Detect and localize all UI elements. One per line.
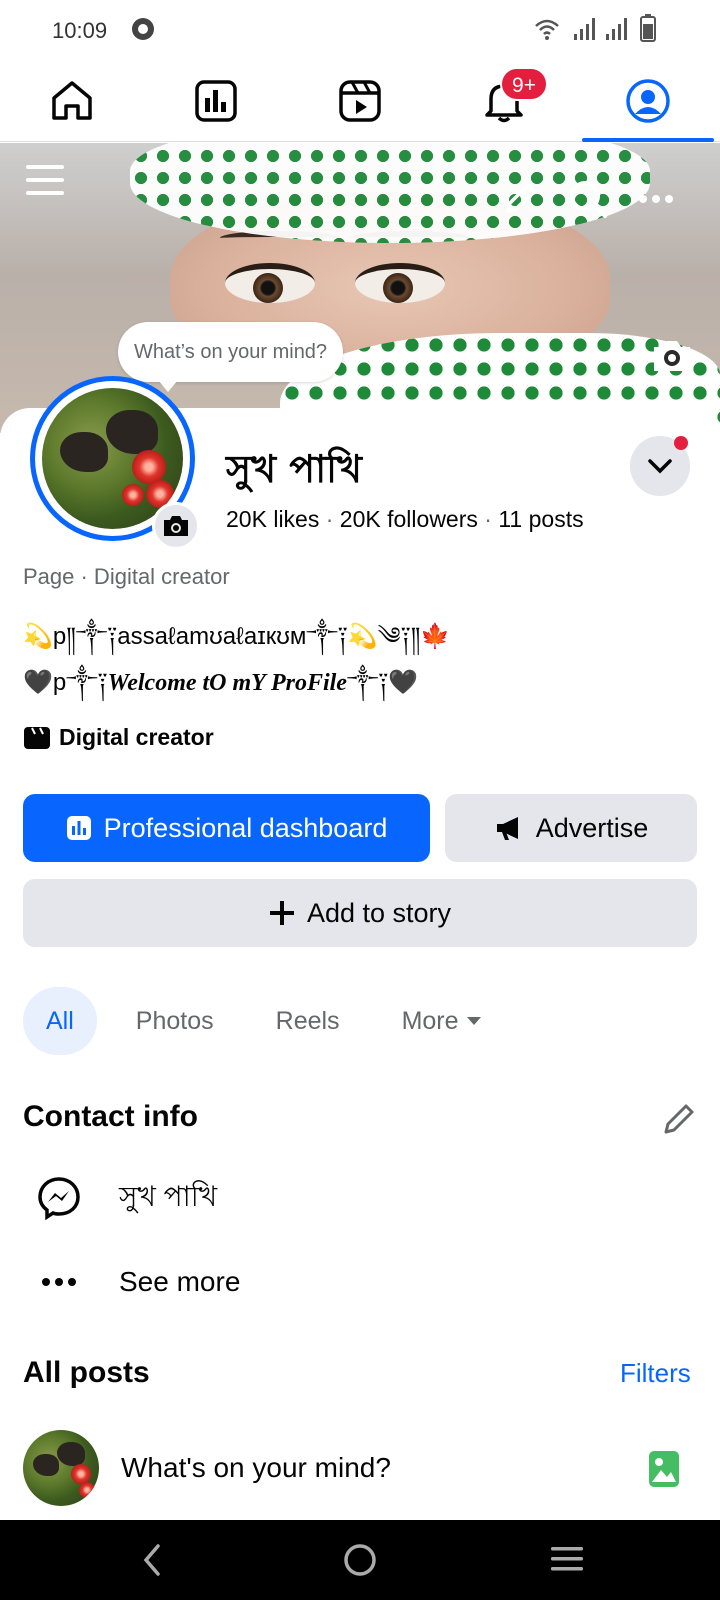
messenger-icon (38, 1177, 80, 1221)
menu-icon[interactable] (24, 159, 66, 201)
bird-left (60, 432, 108, 472)
bio-line-2-prefix: 🖤p༒༑ (23, 669, 108, 696)
professional-dashboard-label: Professional dashboard (103, 812, 388, 843)
category-tag[interactable]: Digital creator (23, 724, 214, 751)
tab-photos-label: Photos (135, 1006, 214, 1035)
post-composer[interactable]: What's on your mind? (23, 1430, 697, 1506)
bio-line-2-suffix: ༒༑🖤 (346, 669, 419, 696)
see-more-contact[interactable]: See more (23, 1256, 240, 1308)
battery-icon (640, 14, 656, 42)
caret-down-icon (466, 1017, 481, 1025)
clapperboard-icon (24, 726, 50, 749)
flower-3 (122, 484, 144, 506)
messenger-contact[interactable]: সুখ পাখি (23, 1172, 217, 1224)
search-icon[interactable] (566, 177, 610, 221)
top-navigation: 9+ (0, 60, 720, 142)
switch-notification-dot (674, 436, 688, 450)
composer-placeholder: What's on your mind? (121, 1452, 391, 1483)
composer-flower-1 (71, 1464, 91, 1484)
tab-more-label: More (401, 1006, 459, 1035)
dnd-icon (132, 18, 154, 40)
avatar-camera-button[interactable] (152, 502, 200, 550)
messenger-contact-label: সুখ পাখি (119, 1180, 218, 1212)
stats-separator-2: · (484, 506, 492, 532)
bird-right (106, 410, 158, 454)
bio-line-2-styled: Welcome tO mY ProFile (107, 670, 347, 696)
signal-icon-2 (606, 18, 627, 40)
add-to-story-button[interactable]: Add to story (23, 879, 697, 947)
tab-reels-label: Reels (275, 1006, 340, 1035)
tab-more[interactable]: More (379, 987, 506, 1055)
system-navigation-bar (0, 1520, 720, 1600)
reels-icon (339, 80, 381, 122)
nav-active-indicator (582, 138, 714, 142)
advertise-button[interactable]: Advertise (445, 794, 697, 862)
dashboard-icon (66, 816, 91, 840)
followers-count[interactable]: 20K (340, 506, 381, 532)
add-to-story-label: Add to story (306, 897, 452, 928)
posts-label: posts (528, 506, 584, 532)
bio-line-2: 🖤p༒༑Welcome tO mY ProFile༒༑🖤 (23, 656, 418, 723)
chevron-down-icon (648, 459, 672, 474)
status-time: 10:09 (52, 18, 108, 43)
more-dots-icon (42, 1278, 76, 1286)
composer-avatar (23, 1430, 99, 1506)
recent-apps-icon[interactable] (550, 1544, 584, 1574)
profile-icon (626, 79, 670, 123)
camera-icon (164, 516, 188, 536)
dashboard-icon (195, 80, 237, 122)
thought-bubble[interactable]: What’s on your mind? (118, 322, 344, 392)
advertise-label: Advertise (535, 812, 649, 843)
posts-count[interactable]: 11 (498, 506, 522, 532)
more-icon[interactable] (638, 189, 674, 209)
back-icon[interactable] (140, 1542, 164, 1578)
nav-reels[interactable] (324, 70, 396, 132)
likes-count[interactable]: 20K (226, 506, 267, 532)
cover-eye-right (355, 263, 445, 303)
flower-1 (132, 450, 166, 484)
content-tabs: All Photos Reels More (23, 987, 506, 1055)
contact-info-title: Contact info (23, 1100, 198, 1133)
photo-icon[interactable] (648, 1450, 680, 1488)
composer-bird-left (33, 1454, 59, 1476)
signal-icon (574, 18, 595, 40)
tab-photos[interactable]: Photos (113, 987, 237, 1055)
edit-contact-icon[interactable] (660, 1100, 698, 1138)
followers-label: followers (387, 506, 478, 532)
cover-camera-icon[interactable] (650, 337, 694, 375)
tab-reels[interactable]: Reels (253, 987, 363, 1055)
tab-all-label: All (46, 1006, 74, 1035)
home-button-icon[interactable] (342, 1542, 378, 1578)
nav-profile[interactable] (612, 70, 684, 132)
cover-eye-left (225, 263, 315, 303)
composer-bird-right (57, 1442, 85, 1466)
wifi-icon (535, 19, 559, 40)
category-tag-label: Digital creator (59, 724, 214, 750)
professional-dashboard-button[interactable]: Professional dashboard (23, 794, 430, 862)
plus-icon (269, 901, 294, 925)
profile-stats: 20K likes · 20K followers · 11 posts (226, 506, 584, 533)
nav-home[interactable] (36, 70, 108, 132)
edit-icon[interactable] (500, 179, 540, 219)
nav-dashboard[interactable] (180, 70, 252, 132)
profile-name: সুখ পাখি (226, 446, 362, 491)
composer-flower-2 (79, 1482, 95, 1498)
filters-button[interactable]: Filters (620, 1358, 691, 1389)
home-icon (52, 81, 92, 120)
page-category: Page · Digital creator (23, 564, 230, 589)
see-more-label: See more (119, 1266, 241, 1297)
megaphone-icon (496, 817, 518, 840)
likes-label: likes (273, 506, 320, 532)
status-bar: 10:09 (0, 0, 720, 60)
tab-all[interactable]: All (23, 987, 97, 1055)
notification-badge: 9+ (500, 67, 548, 101)
all-posts-title: All posts (23, 1356, 150, 1389)
stats-separator-1: · (325, 506, 334, 532)
